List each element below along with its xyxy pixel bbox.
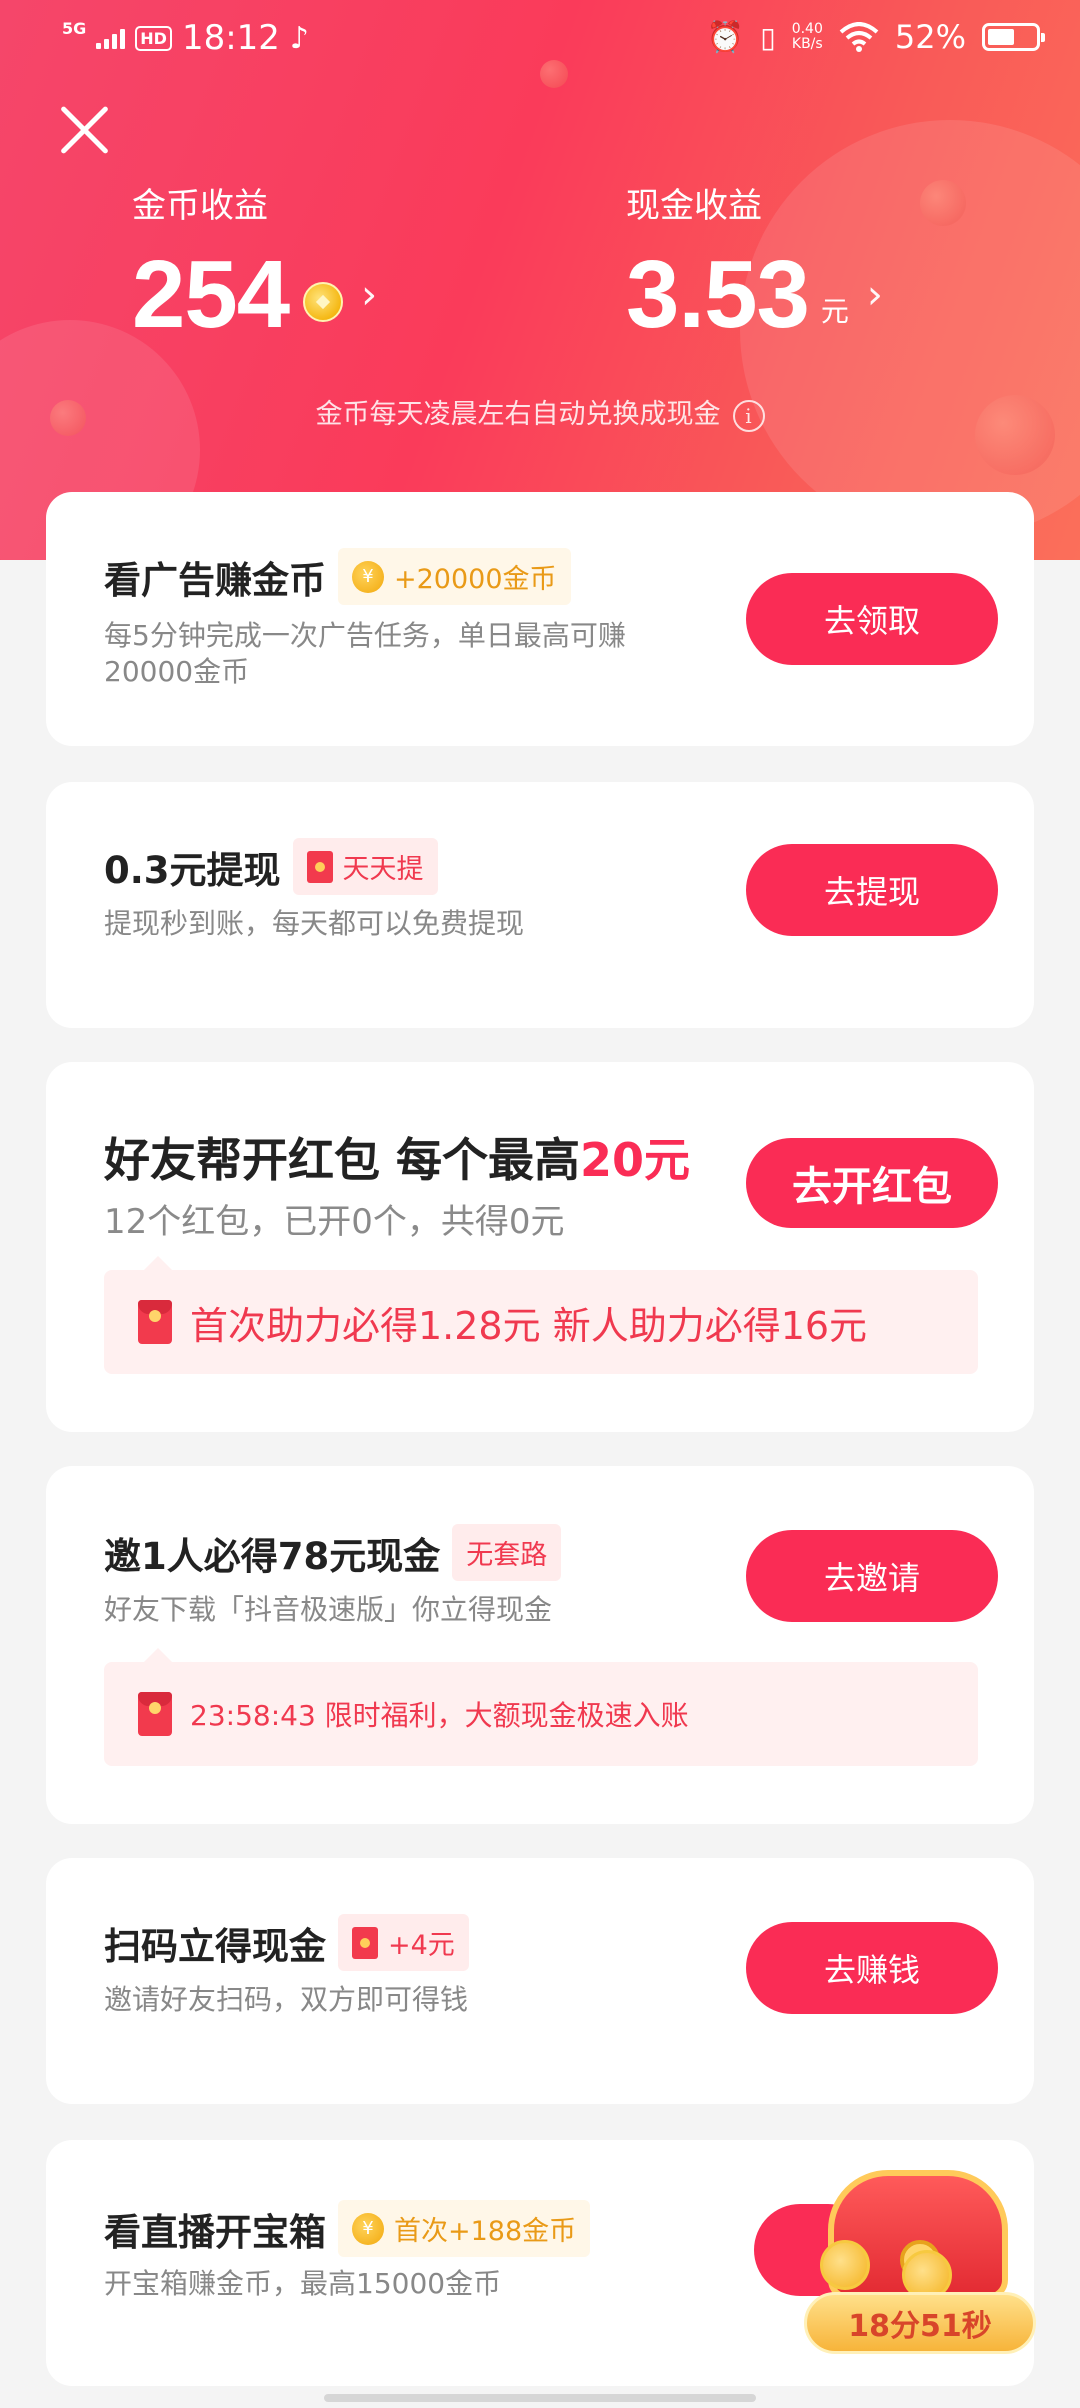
task-description: 每5分钟完成一次广告任务，单日最高可赚 20000金币 — [104, 618, 626, 690]
task-card-invite: 邀1人必得78元现金 无套路 好友下载「抖音极速版」你立得现金 去邀请 23:5… — [46, 1466, 1034, 1824]
task-description: 12个红包，已开0个，共得0元 — [104, 1202, 565, 1242]
claim-button[interactable]: 去领取 — [746, 573, 998, 665]
chevron-right-icon: › — [866, 272, 883, 318]
battery-icon — [982, 23, 1045, 51]
coin-icon — [820, 2240, 870, 2290]
home-indicator[interactable] — [324, 2394, 756, 2402]
coin-earnings[interactable]: 金币收益 254 › — [132, 178, 377, 343]
cash-unit: 元 — [820, 295, 849, 328]
red-envelope-icon — [352, 1926, 378, 1959]
open-red-packet-button[interactable]: 去开红包 — [746, 1138, 998, 1228]
limited-offer-text: 23:58:43 限时福利，大额现金极速入账 — [190, 1699, 689, 1732]
chevron-right-icon: › — [361, 272, 378, 318]
close-button[interactable] — [58, 104, 110, 156]
network-speed-value: 0.40 — [791, 21, 823, 37]
assist-banner: 首次助力必得1.28元 新人助力必得16元 — [104, 1256, 978, 1374]
task-card-withdraw: 0.3元提现 天天提 提现秒到账，每天都可以免费提现 去提现 — [46, 782, 1034, 1028]
task-title: 看直播开宝箱 — [104, 2210, 326, 2254]
exchange-note: 金币每天凌晨左右自动兑换成现金 i — [0, 392, 1080, 432]
network-type: 5G — [62, 18, 87, 38]
gold-coin-icon — [303, 282, 344, 322]
reward-tag: +4元 — [338, 1914, 469, 1971]
treasure-chest-widget[interactable]: 18分51秒 — [802, 2140, 1038, 2354]
coin-earnings-value: 254 — [132, 241, 290, 348]
task-description: 好友下载「抖音极速版」你立得现金 — [104, 1593, 553, 1626]
task-title: 看广告赚金币 — [104, 558, 326, 602]
coin-earnings-label: 金币收益 — [132, 186, 268, 226]
red-envelope-icon — [306, 850, 333, 883]
task-title: 扫码立得现金 — [104, 1924, 326, 1968]
cash-earnings-value: 3.53 — [626, 241, 810, 348]
reward-tag-text: 无套路 — [466, 1540, 548, 1571]
reward-tag-text: 天天提 — [342, 854, 424, 885]
task-card-watch-ads: 看广告赚金币 ¥ +20000金币 每5分钟完成一次广告任务，单日最高可赚 20… — [46, 492, 1034, 746]
invite-button[interactable]: 去邀请 — [746, 1530, 998, 1622]
task-description-line: 20000金币 — [104, 655, 250, 688]
hd-icon: HD — [135, 25, 172, 51]
earn-money-button[interactable]: 去赚钱 — [746, 1922, 998, 2014]
cash-earnings-label: 现金收益 — [626, 186, 762, 226]
task-title: 0.3元提现 — [104, 848, 281, 892]
task-title: 好友帮开红包 每个最高20元 — [104, 1124, 690, 1190]
task-description: 提现秒到账，每天都可以免费提现 — [104, 907, 525, 940]
alarm-icon: ⏰ — [706, 19, 745, 55]
task-description: 开宝箱赚金币，最高15000金币 — [104, 2267, 502, 2300]
limited-offer-banner: 23:58:43 限时福利，大额现金极速入账 — [104, 1648, 978, 1766]
task-card-red-packet: 好友帮开红包 每个最高20元 12个红包，已开0个，共得0元 去开红包 首次助力… — [46, 1062, 1034, 1432]
task-description: 邀请好友扫码，双方即可得钱 — [104, 1983, 469, 2016]
network-speed: 0.40 KB/s — [792, 22, 823, 52]
red-envelope-icon — [138, 1300, 172, 1344]
status-bar: 5G HD 18:12 ♪ ⏰ ▯ 0.40 KB/s 52% — [0, 0, 1080, 80]
coin-icon: ¥ — [352, 560, 384, 593]
battery-percent: 52% — [894, 18, 966, 56]
exchange-note-text: 金币每天凌晨左右自动兑换成现金 — [315, 399, 721, 430]
assist-banner-text: 首次助力必得1.28元 新人助力必得16元 — [190, 1303, 868, 1348]
reward-tag-text: 首次+188金币 — [394, 2216, 577, 2247]
tiktok-icon: ♪ — [289, 20, 310, 56]
task-card-scan: 扫码立得现金 +4元 邀请好友扫码，双方即可得钱 去赚钱 — [46, 1858, 1034, 2104]
task-description-line: 每5分钟完成一次广告任务，单日最高可赚 — [104, 619, 626, 652]
reward-tag: 天天提 — [292, 838, 438, 895]
earnings-header: 5G HD 18:12 ♪ ⏰ ▯ 0.40 KB/s 52% 金币收益 254… — [0, 0, 1080, 560]
withdraw-button[interactable]: 去提现 — [746, 844, 998, 936]
reward-tag: ¥ +20000金币 — [338, 548, 571, 605]
signal-icon — [96, 27, 126, 49]
coin-icon: ¥ — [352, 2212, 384, 2245]
reward-tag-text: +4元 — [388, 1930, 455, 1961]
task-title-main: 好友帮开红包 每个最高 — [104, 1133, 581, 1187]
clock: 18:12 — [181, 18, 280, 58]
network-speed-unit: KB/s — [791, 36, 823, 52]
reward-tag: ¥ 首次+188金币 — [338, 2200, 591, 2257]
task-title: 邀1人必得78元现金 — [104, 1534, 441, 1578]
chest-countdown: 18分51秒 — [804, 2292, 1036, 2354]
cash-earnings[interactable]: 现金收益 3.53 元 › — [626, 178, 883, 343]
reward-tag: 无套路 — [452, 1524, 562, 1581]
wifi-icon — [839, 22, 879, 52]
red-envelope-icon — [138, 1692, 172, 1736]
task-title-highlight: 20元 — [580, 1133, 691, 1187]
reward-tag-text: +20000金币 — [394, 564, 557, 595]
info-icon[interactable]: i — [732, 399, 765, 432]
decor-coin — [920, 180, 966, 226]
vibrate-icon: ▯ — [760, 20, 776, 54]
